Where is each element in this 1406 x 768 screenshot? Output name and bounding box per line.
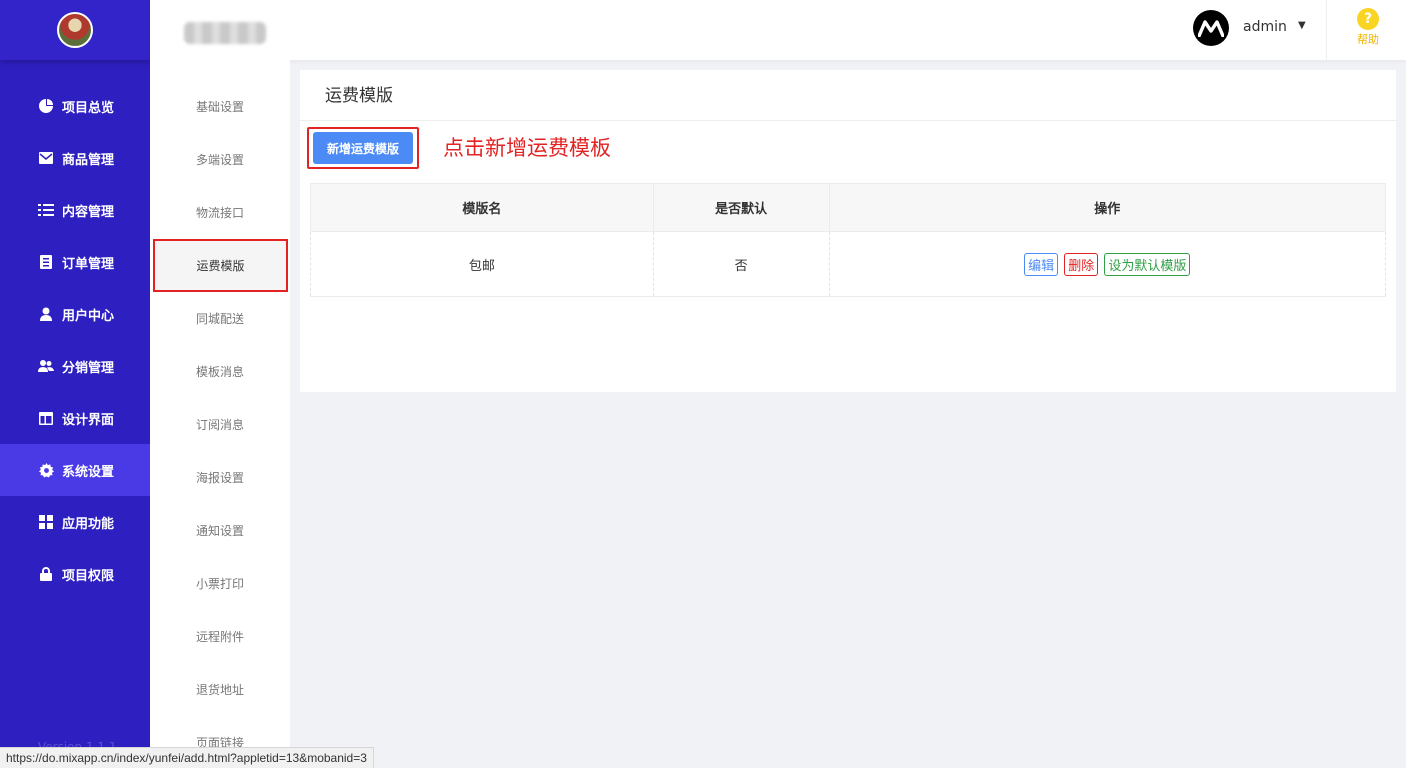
shipping-template-table: 模版名 是否默认 操作 包邮 否 编辑 删除 设为默认模版: [310, 183, 1386, 297]
list-icon: [38, 202, 54, 218]
pie-chart-icon: [38, 98, 54, 114]
page-title: 运费模版: [300, 70, 1396, 121]
help-icon: ?: [1357, 8, 1379, 30]
envelope-icon: [38, 150, 54, 166]
table-row: 包邮 否 编辑 删除 设为默认模版: [310, 231, 1386, 297]
gear-icon: [38, 462, 54, 478]
layout-icon: [38, 410, 54, 426]
sidebar-item-content[interactable]: 内容管理: [0, 184, 150, 236]
column-header-name: 模版名: [310, 183, 654, 232]
brand-m-icon: [1198, 20, 1224, 37]
subnav-item-return-address[interactable]: 退货地址: [150, 663, 290, 716]
sidebar-menu: 项目总览 商品管理 内容管理 订单管理 用户中心 分销管理 设计界面 系统设置: [0, 80, 150, 600]
lock-icon: [38, 566, 54, 582]
cell-actions: 编辑 删除 设为默认模版: [828, 231, 1386, 297]
sidebar-item-orders[interactable]: 订单管理: [0, 236, 150, 288]
sidebar-item-label: 系统设置: [62, 464, 115, 480]
highlight-box: 新增运费模版: [307, 127, 419, 169]
sidebar-item-label: 分销管理: [62, 360, 115, 376]
sidebar-item-label: 项目权限: [62, 568, 115, 584]
username[interactable]: admin: [1243, 19, 1287, 35]
subnav-item-template-messages[interactable]: 模板消息: [150, 345, 290, 398]
app-logo[interactable]: [57, 12, 93, 48]
sidebar-item-label: 订单管理: [62, 256, 115, 272]
help-button[interactable]: ? 帮助: [1350, 8, 1386, 47]
sidebar-item-design[interactable]: 设计界面: [0, 392, 150, 444]
subnav-item-subscription-messages[interactable]: 订阅消息: [150, 398, 290, 451]
column-header-default: 是否默认: [652, 183, 830, 232]
sidebar-item-label: 内容管理: [62, 204, 115, 220]
subnav-item-logistics-api[interactable]: 物流接口: [150, 186, 290, 239]
sidebar-item-apps[interactable]: 应用功能: [0, 496, 150, 548]
sidebar-item-goods[interactable]: 商品管理: [0, 132, 150, 184]
cell-is-default: 否: [652, 231, 830, 297]
column-header-actions: 操作: [828, 183, 1386, 232]
sidebar-item-permissions[interactable]: 项目权限: [0, 548, 150, 600]
logo-area: [0, 0, 150, 60]
subnav-item-notification-settings[interactable]: 通知设置: [150, 504, 290, 557]
subnav-item-basic[interactable]: 基础设置: [150, 80, 290, 133]
delete-button[interactable]: 删除: [1064, 252, 1099, 276]
project-name-blurred: [184, 22, 266, 44]
top-header: admin ▼ ? 帮助: [150, 0, 1406, 60]
edit-button[interactable]: 编辑: [1024, 252, 1059, 276]
settings-subnav: 基础设置 多端设置 物流接口 运费模版 同城配送 模板消息 订阅消息 海报设置 …: [150, 60, 290, 768]
sidebar-item-distribution[interactable]: 分销管理: [0, 340, 150, 392]
sidebar-item-label: 用户中心: [62, 308, 115, 324]
user-avatar[interactable]: [1193, 10, 1229, 46]
main-sidebar: 项目总览 商品管理 内容管理 订单管理 用户中心 分销管理 设计界面 系统设置: [0, 0, 150, 768]
help-label: 帮助: [1357, 33, 1379, 46]
caret-down-icon[interactable]: ▼: [1298, 20, 1306, 31]
sidebar-item-overview[interactable]: 项目总览: [0, 80, 150, 132]
subnav-item-remote-attachments[interactable]: 远程附件: [150, 610, 290, 663]
table-header-row: 模版名 是否默认 操作: [310, 183, 1386, 232]
sidebar-item-label: 应用功能: [62, 516, 115, 532]
header-divider: [1326, 0, 1327, 60]
subnav-item-shipping-templates[interactable]: 运费模版: [153, 239, 288, 292]
grid-icon: [38, 514, 54, 530]
sidebar-item-label: 设计界面: [62, 412, 115, 428]
subnav-item-receipt-printing[interactable]: 小票打印: [150, 557, 290, 610]
subnav-item-poster-settings[interactable]: 海报设置: [150, 451, 290, 504]
subnav-item-multi-platform[interactable]: 多端设置: [150, 133, 290, 186]
user-icon: [38, 306, 54, 322]
subnav-item-local-delivery[interactable]: 同城配送: [150, 292, 290, 345]
shipping-template-panel: 运费模版 新增运费模版 点击新增运费模板 模版名 是否默认 操作 包邮 否 编辑…: [300, 70, 1396, 392]
set-default-button[interactable]: 设为默认模版: [1104, 252, 1191, 276]
sidebar-item-system-settings[interactable]: 系统设置: [0, 444, 150, 496]
document-icon: [38, 254, 54, 270]
sidebar-item-label: 商品管理: [62, 152, 115, 168]
browser-status-url: https://do.mixapp.cn/index/yunfei/add.ht…: [0, 747, 374, 768]
add-shipping-template-button[interactable]: 新增运费模版: [313, 132, 413, 164]
annotation-text: 点击新增运费模板: [443, 136, 611, 160]
cell-template-name: 包邮: [310, 231, 654, 297]
users-icon: [38, 358, 54, 374]
sidebar-item-label: 项目总览: [62, 100, 115, 116]
sidebar-item-users[interactable]: 用户中心: [0, 288, 150, 340]
